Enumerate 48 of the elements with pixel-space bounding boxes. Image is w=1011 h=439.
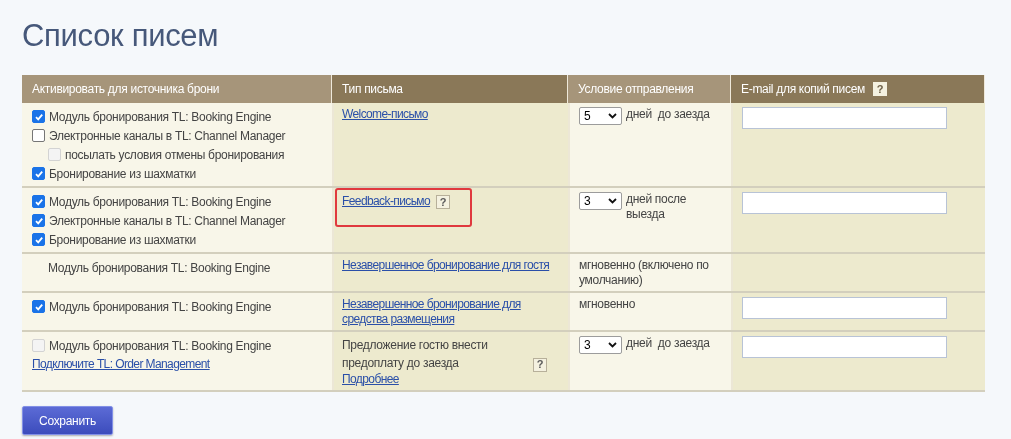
chevron-down-icon (608, 198, 617, 204)
more-link[interactable]: Подробнее (342, 372, 399, 386)
checkbox-label: Модуль бронирования TL: Booking Engine (49, 298, 272, 316)
letter-type-link[interactable]: Welcome-письмо (342, 107, 560, 122)
chevron-down-icon (608, 342, 617, 348)
email-field[interactable] (742, 336, 947, 358)
page-title: Список писем (22, 17, 220, 55)
chevron-down-icon (608, 113, 617, 119)
checkbox[interactable] (32, 214, 45, 227)
checkbox-label: Модуль бронирования TL: Booking Engine (49, 193, 272, 211)
condition-text: мгновенно (579, 297, 637, 312)
checkbox[interactable] (32, 110, 45, 123)
checkbox-label: Электронные каналы в TL: Channel Manager (49, 127, 286, 145)
days-select[interactable]: 5 (579, 107, 622, 125)
days-select[interactable]: 3 (579, 336, 622, 354)
help-icon[interactable]: ? (873, 82, 887, 96)
checkbox-label: Бронирование из шахматки (49, 165, 196, 183)
header-label: Активировать для источника брони (32, 81, 220, 98)
condition-text: мгновенно (включено по умолчанию) (579, 258, 710, 288)
header-label: Тип письма (342, 81, 403, 98)
letter-type-link[interactable]: Незавершенное бронирование для гостя (342, 258, 560, 273)
email-field[interactable] (742, 192, 947, 214)
header-label: Условие отправления (578, 81, 694, 98)
checkbox-label: посылать условия отмены бронирования (65, 146, 285, 164)
connect-link[interactable]: Подключите TL: Order Management (32, 357, 210, 372)
days-select[interactable]: 3 (579, 192, 622, 210)
email-field[interactable] (742, 107, 947, 129)
checkbox[interactable] (32, 233, 45, 246)
help-icon[interactable]: ? (436, 195, 451, 210)
checkbox[interactable] (32, 167, 45, 180)
checkbox-label: Электронные каналы в TL: Channel Manager (49, 212, 286, 230)
letter-type-link[interactable]: Feedback-письмо (342, 194, 431, 208)
letter-type-text: Предложение гостю внести предоплату до заезда (342, 337, 489, 372)
checkbox[interactable] (32, 129, 45, 142)
help-icon[interactable]: ? (533, 357, 547, 372)
checkbox[interactable] (32, 195, 45, 208)
checkbox-label: Модуль бронирования TL: Booking Engine (49, 108, 272, 126)
condition-text: дней после выезда (626, 192, 688, 222)
condition-text: дней до заезда (626, 107, 710, 122)
source-label: Модуль бронирования TL: Booking Engine (48, 259, 271, 277)
checkbox-label: Модуль бронирования TL: Booking Engine (49, 337, 272, 355)
email-field[interactable] (742, 297, 947, 319)
letter-type-link[interactable]: Незавершенное бронирование для средства размещения (342, 297, 560, 327)
checkbox-label: Бронирование из шахматки (49, 231, 196, 249)
checkbox[interactable] (32, 300, 45, 313)
save-button[interactable]: Сохранить (22, 406, 113, 435)
condition-text: дней до заезда (626, 336, 710, 351)
header-label: E-mail для копий писем (741, 81, 865, 98)
